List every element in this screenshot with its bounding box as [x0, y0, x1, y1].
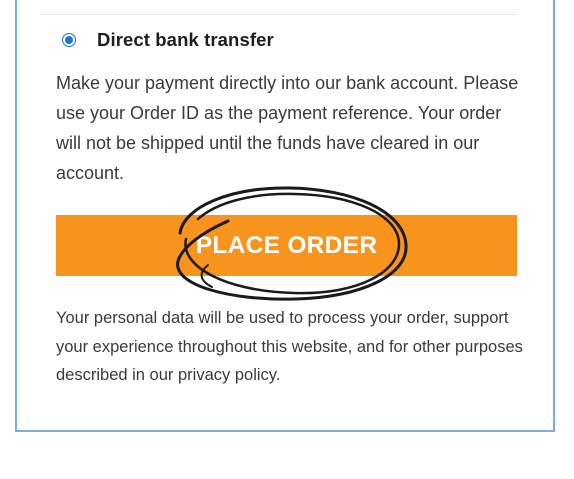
- payment-method-description: Make your payment directly into our bank…: [56, 73, 519, 183]
- payment-method-label: Direct bank transfer: [97, 29, 274, 50]
- privacy-notice-end: .: [275, 366, 281, 384]
- checkout-page: Direct bank transfer Make your payment d…: [0, 0, 574, 479]
- section-divider: [40, 14, 517, 15]
- radio-selected-dot: [65, 36, 73, 44]
- privacy-notice-text: Your personal data will be used to proce…: [56, 309, 523, 384]
- privacy-policy-link[interactable]: privacy policy: [178, 366, 276, 384]
- payment-method-direct-bank-transfer[interactable]: Direct bank transfer: [62, 28, 274, 52]
- payment-method-radio[interactable]: [62, 33, 76, 47]
- privacy-notice: Your personal data will be used to proce…: [56, 304, 526, 390]
- place-order-button[interactable]: PLACE ORDER: [56, 215, 517, 276]
